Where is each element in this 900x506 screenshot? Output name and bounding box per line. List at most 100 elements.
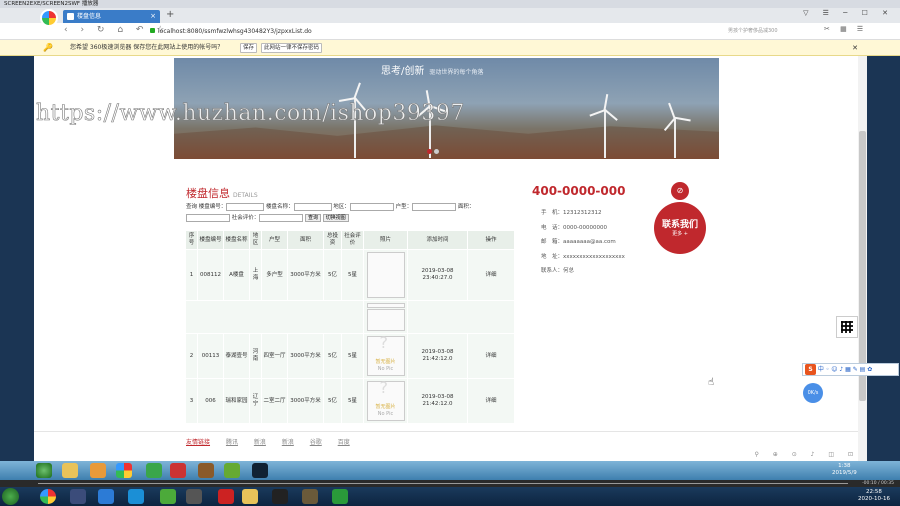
type-input[interactable] bbox=[412, 202, 457, 211]
detail-link[interactable]: 详细 bbox=[485, 398, 496, 404]
cell-rating: 5星 bbox=[341, 249, 364, 301]
table-header-row: 序号 楼盘编号 楼盘名称 地区 户型 面积 总投资 社会评价 照片 添加时间 操… bbox=[185, 230, 515, 250]
no-pic-en: No Pic bbox=[377, 411, 394, 417]
column-header: 照片 bbox=[363, 230, 408, 250]
footer-link-baidu[interactable]: 百度 bbox=[338, 439, 350, 446]
cell-photo: 暂无图片 No Pic bbox=[363, 333, 408, 379]
rating-input[interactable] bbox=[259, 213, 304, 222]
photo-placeholder[interactable] bbox=[366, 303, 405, 308]
recorded-taskbar: 1:38 2019/5/9 bbox=[0, 461, 900, 480]
footer-divider bbox=[34, 431, 859, 432]
no-pic-placeholder[interactable]: 暂无图片 No Pic bbox=[366, 381, 405, 421]
detail-link[interactable]: 详细 bbox=[485, 353, 496, 359]
app-icon[interactable] bbox=[302, 489, 318, 504]
new-tab-icon[interactable]: + bbox=[166, 9, 174, 20]
banner-slogan: 思考/创新 驱动世界的每个角落 bbox=[381, 66, 484, 77]
area-input[interactable] bbox=[186, 213, 230, 222]
navigation-bar: ‹ › ↻ ⌂ ↶ ☆ localhost:8080/ssmfwzlwhsg43… bbox=[0, 23, 900, 40]
app-icon[interactable] bbox=[186, 489, 202, 504]
start-button-icon[interactable] bbox=[2, 488, 19, 505]
start-icon[interactable] bbox=[36, 463, 52, 478]
app-icon[interactable] bbox=[160, 489, 176, 504]
sogou-icon[interactable]: S bbox=[805, 364, 816, 375]
seek-track[interactable] bbox=[38, 483, 848, 484]
qr-code-icon[interactable] bbox=[836, 316, 858, 338]
flash-icon[interactable] bbox=[218, 489, 234, 504]
cell-photo: 暂无图片 No Pic bbox=[363, 378, 408, 424]
app-icon[interactable] bbox=[252, 463, 268, 478]
footer-link-tencent[interactable]: 腾讯 bbox=[226, 439, 238, 446]
player-seek-bar[interactable]: -00:10 / 00:35 bbox=[0, 480, 900, 487]
cell-area: 3000平方米 bbox=[287, 333, 324, 379]
ime-toolbar[interactable]: S 中 ◦ ☺ ♪ ▦ ✎ ▤ ✿ bbox=[802, 363, 899, 376]
page-scrollbar[interactable] bbox=[858, 56, 867, 461]
filter-prefix: 查询 bbox=[186, 204, 198, 210]
browser-logo-icon[interactable] bbox=[40, 9, 58, 27]
column-header: 户型 bbox=[261, 230, 288, 250]
contact-us-badge[interactable]: 联系我们 更多 + bbox=[654, 202, 706, 254]
footer-link-sina-2[interactable]: 新浪 bbox=[282, 439, 294, 446]
region-input[interactable] bbox=[349, 202, 394, 211]
tab-active[interactable]: 楼盘信息 × bbox=[63, 10, 160, 23]
chrome-icon[interactable] bbox=[40, 489, 56, 504]
close-tab-icon[interactable]: × bbox=[150, 10, 156, 23]
toolbar-icons[interactable]: ✂ ▦ ☰ bbox=[824, 25, 867, 33]
browser-icon[interactable] bbox=[116, 463, 132, 478]
carousel-dot[interactable] bbox=[427, 149, 432, 154]
footer-link-sina[interactable]: 新浪 bbox=[254, 439, 266, 446]
name-input[interactable] bbox=[293, 202, 332, 211]
scrollbar-thumb[interactable] bbox=[859, 131, 866, 401]
never-save-button[interactable]: 此网站一律不保存密码 bbox=[261, 43, 323, 53]
cell-region: 辽宁 bbox=[249, 378, 262, 424]
cell-invest: 5亿 bbox=[323, 333, 342, 379]
code-input[interactable] bbox=[226, 202, 265, 211]
carousel-dots[interactable] bbox=[426, 148, 440, 156]
switch-view-button[interactable]: 切换视图 bbox=[322, 213, 349, 222]
save-password-button[interactable]: 保存 bbox=[240, 43, 258, 53]
window-controls[interactable]: ▽ ☰ ─ ☐ ✕ bbox=[803, 9, 894, 17]
cell-invest: 5亿 bbox=[323, 249, 342, 301]
folder-icon[interactable] bbox=[62, 463, 78, 478]
photo-placeholder[interactable] bbox=[366, 252, 405, 298]
no-pic-cn: 暂无图片 bbox=[375, 404, 396, 410]
app-icon[interactable] bbox=[128, 489, 144, 504]
app-icon[interactable] bbox=[98, 489, 114, 504]
contact-address: 地 址：xxxxxxxxxxxxxxxxxxx bbox=[541, 253, 625, 260]
contact-person: 联系人：何总 bbox=[541, 268, 575, 274]
spacer-cell bbox=[407, 300, 515, 334]
column-header: 添加时间 bbox=[407, 230, 468, 250]
folder-icon[interactable] bbox=[242, 489, 258, 504]
app-icon[interactable] bbox=[146, 463, 162, 478]
cell-photo bbox=[363, 300, 408, 334]
detail-link[interactable]: 详细 bbox=[485, 272, 496, 278]
app-icon[interactable] bbox=[198, 463, 214, 478]
close-notice-icon[interactable]: ✕ bbox=[852, 40, 858, 56]
qq-icon[interactable] bbox=[272, 489, 288, 504]
media-icon[interactable] bbox=[90, 463, 106, 478]
friend-links: 友情链接 腾讯 新浪 新浪 谷歌 百度 bbox=[186, 437, 350, 446]
wind-turbine bbox=[674, 118, 676, 158]
watermark-text: https://www.huzhan.com/ishop39397 bbox=[36, 101, 465, 127]
column-header: 地区 bbox=[249, 230, 262, 250]
browser-status-icons[interactable]: ⚲ ⊕ ⊙ ♪ ◫ ⊡ bbox=[754, 451, 859, 458]
app-icon[interactable] bbox=[224, 463, 240, 478]
contact-phone: 电 话：0000-00000000 bbox=[541, 224, 607, 231]
no-pic-placeholder[interactable]: 暂无图片 No Pic bbox=[366, 336, 405, 376]
system-taskbar: 22:58 2020-10-16 bbox=[0, 487, 900, 506]
table-row: 2 00113 泰湖壹号 河南 四室一厅 3000平方米 5亿 5星 暂无图片 N… bbox=[185, 333, 515, 379]
cell-region: 河南 bbox=[249, 333, 262, 379]
network-speed[interactable]: 0K/s bbox=[803, 383, 823, 403]
mouse-cursor-icon: ☝ bbox=[708, 377, 715, 388]
address-bar[interactable]: localhost:8080/ssmfwzlwhsg430482Y3/jzpxx… bbox=[150, 25, 710, 38]
app-icon[interactable] bbox=[170, 463, 186, 478]
app-icon[interactable] bbox=[70, 489, 86, 504]
carousel-dot[interactable] bbox=[434, 149, 439, 154]
filter-label-rating: 社会评价： bbox=[231, 215, 260, 221]
app-icon[interactable] bbox=[332, 489, 348, 504]
footer-link-google[interactable]: 谷歌 bbox=[310, 439, 322, 446]
query-button[interactable]: 查询 bbox=[305, 213, 322, 222]
photo-placeholder[interactable] bbox=[366, 309, 405, 331]
search-input[interactable]: 男孩个护奢侈品减300 bbox=[728, 26, 818, 37]
contact-more-link[interactable]: 更多 + bbox=[654, 230, 706, 237]
filter-label-area: 面积： bbox=[457, 204, 475, 210]
